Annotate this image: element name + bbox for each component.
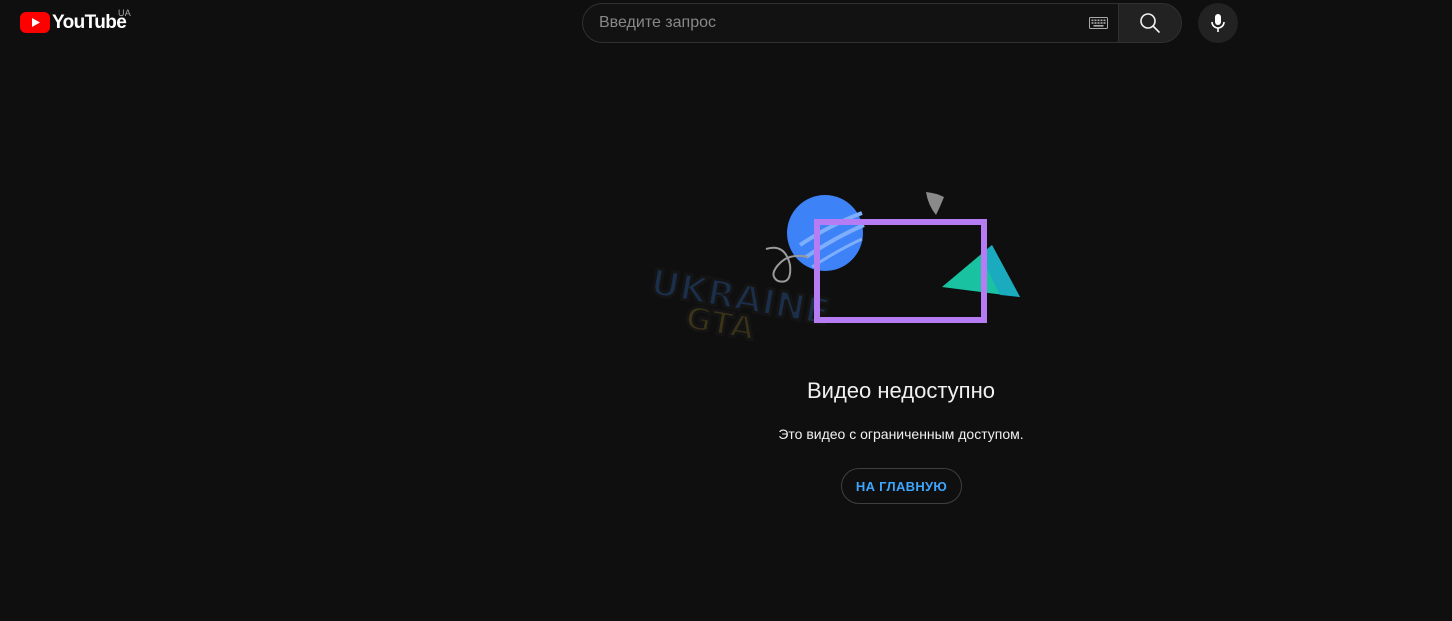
keyboard-icon[interactable]	[1088, 16, 1108, 30]
country-code: UA	[118, 8, 131, 18]
error-title: Видео недоступно	[807, 378, 995, 403]
youtube-logo-icon	[20, 12, 50, 33]
error-message: Это видео с ограниченным доступом.	[778, 426, 1024, 442]
voice-search-button[interactable]	[1198, 3, 1238, 43]
page: YouTube UA Введите запрос UKRAINE GTA Ви…	[0, 0, 1452, 621]
logo-text: YouTube	[52, 12, 127, 33]
watermark-logo: UKRAINE GTA	[646, 261, 834, 350]
mic-icon	[1211, 14, 1225, 32]
home-button[interactable]: НА ГЛАВНУЮ	[841, 468, 962, 504]
search-button[interactable]	[1118, 3, 1182, 43]
search-icon	[1140, 13, 1160, 33]
unavailable-illustration: UKRAINE GTA	[646, 192, 1020, 350]
youtube-logo[interactable]: YouTube UA	[20, 8, 131, 33]
search-input[interactable]	[599, 4, 1088, 42]
blue-circle-shape	[787, 195, 865, 271]
search-bar	[582, 3, 1182, 43]
grey-drop-shape	[926, 192, 944, 215]
search-box[interactable]	[582, 3, 1118, 43]
